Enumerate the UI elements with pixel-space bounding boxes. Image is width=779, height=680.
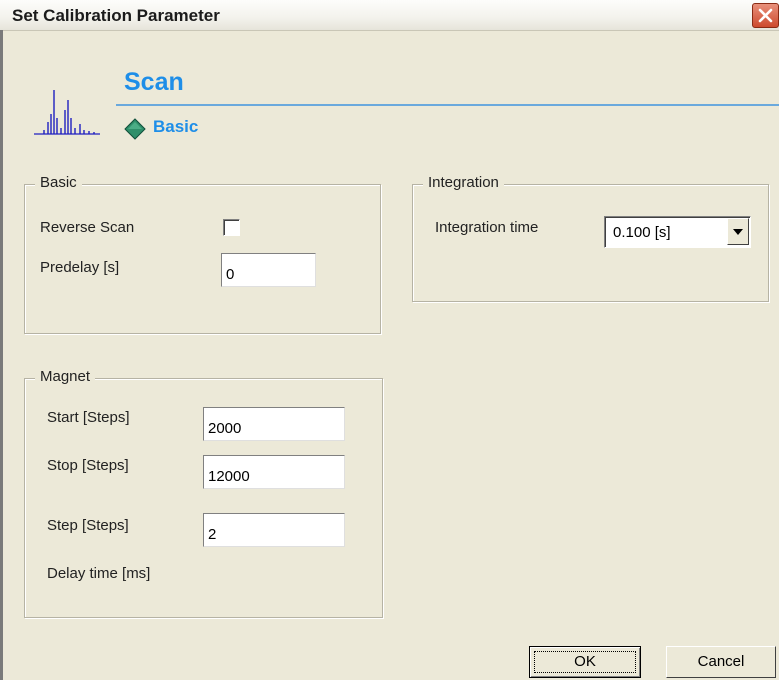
start-steps-label: Start [Steps] xyxy=(47,409,130,426)
step-steps-field[interactable] xyxy=(203,513,345,547)
integration-group-title: Integration xyxy=(423,174,504,191)
basic-group-title: Basic xyxy=(35,174,82,191)
diamond-icon xyxy=(124,118,146,140)
cancel-button-label: Cancel xyxy=(697,653,745,670)
basic-group: Basic Reverse Scan Predelay [s] xyxy=(24,174,381,334)
reverse-scan-checkbox[interactable] xyxy=(223,219,240,236)
stop-steps-label: Stop [Steps] xyxy=(47,457,129,474)
cancel-button[interactable]: Cancel xyxy=(666,646,776,678)
spectrum-icon xyxy=(34,90,100,135)
reverse-scan-label: Reverse Scan xyxy=(40,219,135,236)
integration-group: Integration Integration time 0.100 [s] xyxy=(412,174,769,302)
title-bar[interactable]: Set Calibration Parameter xyxy=(0,0,779,31)
calibration-dialog: Set Calibration Parameter Scan Basic Bas… xyxy=(0,0,779,680)
integration-time-label: Integration time xyxy=(435,219,539,236)
integration-time-value: 0.100 [s] xyxy=(613,224,671,241)
predelay-field[interactable] xyxy=(221,253,316,287)
start-steps-field[interactable] xyxy=(203,407,345,441)
section-title: Scan xyxy=(124,68,184,96)
ok-button[interactable]: OK xyxy=(529,646,641,678)
delay-time-label: Delay time [ms] xyxy=(47,565,151,582)
window-title: Set Calibration Parameter xyxy=(12,6,220,25)
chevron-down-icon xyxy=(733,229,743,235)
step-steps-label: Step [Steps] xyxy=(47,517,129,534)
magnet-group: Magnet Start [Steps] Stop [Steps] Step [… xyxy=(24,368,383,618)
integration-time-dropdown-button[interactable] xyxy=(727,218,749,245)
section-subtitle: Basic xyxy=(153,117,199,136)
window-border xyxy=(0,30,3,680)
integration-time-select[interactable]: 0.100 [s] xyxy=(604,216,751,248)
magnet-group-title: Magnet xyxy=(35,368,96,385)
stop-steps-field[interactable] xyxy=(203,455,345,489)
ok-button-label: OK xyxy=(574,653,596,670)
header-divider xyxy=(116,104,779,106)
predelay-label: Predelay [s] xyxy=(40,259,120,276)
close-icon xyxy=(758,8,773,23)
close-button[interactable] xyxy=(752,3,779,28)
